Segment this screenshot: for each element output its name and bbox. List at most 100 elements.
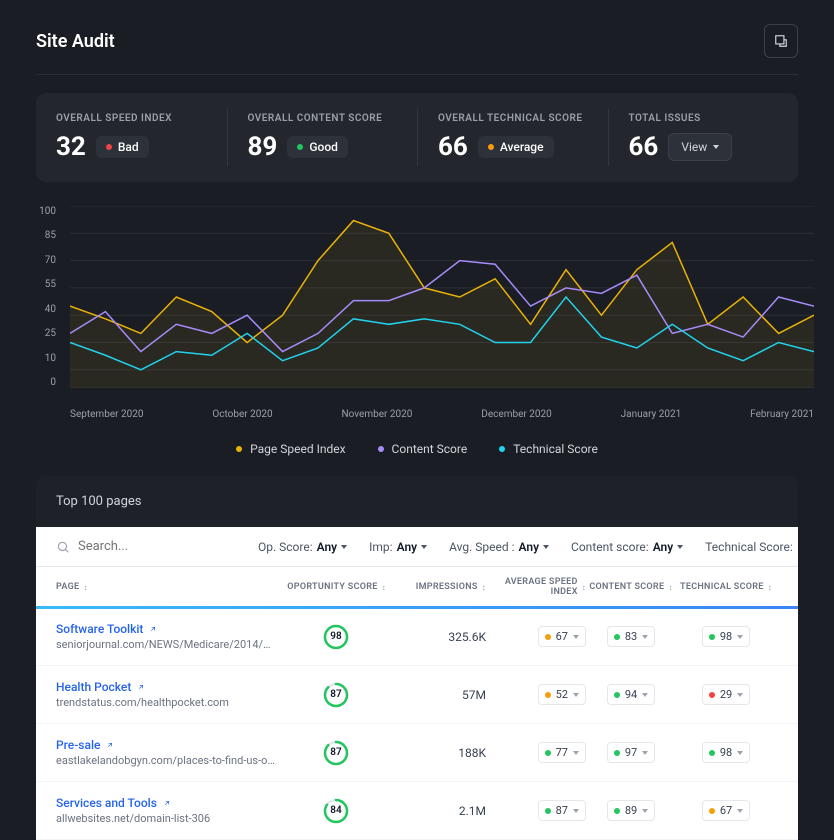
x-tick: November 2020 [342,409,413,420]
page-link[interactable]: Pre-sale [56,738,286,752]
chart-area: 1008570554025100 September 2020October 2… [36,206,814,406]
filter-dropdown[interactable]: Imp: Any [369,540,427,554]
table-section: Top 100 pages Op. Score: Any Imp: Any Av… [36,476,798,840]
y-tick: 0 [36,377,62,388]
metric-value: 66 [629,132,659,162]
chevron-down-icon [677,545,683,549]
page-link[interactable]: Services and Tools [56,796,286,810]
column-header[interactable]: AVERAGE SPEED INDEX↕ [486,577,586,597]
chevron-down-icon [713,145,719,149]
metric-value: 89 [248,132,278,162]
sort-icon: ↕ [768,583,772,592]
score-pill[interactable]: 98 [702,742,750,763]
legend-item: Technical Score [499,442,598,456]
chevron-down-icon [573,635,579,639]
column-header[interactable]: IMPRESSIONS↕ [386,582,486,592]
metric-label: OVERALL SPEED INDEX [56,113,207,124]
view-link[interactable]: V [776,746,798,759]
opportunity-ring: 87 [323,740,349,766]
filter-dropdown[interactable]: Avg. Speed : Any [449,540,549,554]
score-pill[interactable]: 52 [538,684,586,705]
external-link-icon [106,741,114,749]
chevron-down-icon [421,545,427,549]
score-pill[interactable]: 67 [538,626,586,647]
chevron-down-icon [642,693,648,697]
sort-icon: ↕ [83,583,87,592]
chevron-down-icon [573,809,579,813]
chevron-down-icon [642,751,648,755]
chart-legend: Page Speed Index Content Score Technical S… [0,442,834,456]
score-pill[interactable]: 98 [702,626,750,647]
x-tick: February 2021 [750,409,814,420]
score-pill[interactable]: 94 [607,684,655,705]
page-link[interactable]: Health Pocket [56,680,286,694]
page-url: allwebsites.net/domain-list-306 [56,812,276,825]
metric-label: TOTAL ISSUES [629,113,779,124]
chevron-down-icon [737,635,743,639]
view-link[interactable]: V [776,630,798,643]
metric-label: OVERALL TECHNICAL SCORE [438,113,588,124]
chevron-down-icon [737,809,743,813]
status-badge: Average [478,136,554,158]
chevron-down-icon [642,809,648,813]
score-pill[interactable]: 83 [607,626,655,647]
y-tick: 100 [36,206,62,217]
chevron-down-icon [573,693,579,697]
column-header[interactable]: OPORTUNITY SCORE↕ [286,582,386,592]
x-tick: January 2021 [621,409,682,420]
chevron-down-icon [341,545,347,549]
export-icon [774,34,788,48]
column-header[interactable]: PAGE↕ [56,582,286,592]
legend-dot [499,446,505,452]
page-link[interactable]: Software Toolkit [56,622,286,636]
filter-dropdown[interactable]: Content score: Any [571,540,683,554]
external-link-icon [163,799,171,807]
search-input[interactable] [78,539,238,554]
table-title: Top 100 pages [36,476,798,527]
legend-item: Page Speed Index [236,442,345,456]
status-badge: Good [287,136,348,158]
export-button[interactable] [764,24,798,58]
impressions-value: 2.1M [386,804,486,818]
y-tick: 55 [36,279,62,290]
y-tick: 25 [36,328,62,339]
y-tick: 70 [36,255,62,266]
view-link[interactable]: V [776,804,798,817]
legend-dot [236,446,242,452]
table-row: Pre-sale eastlakelandobgyn.com/places-to… [36,724,798,782]
view-link[interactable]: V [776,688,798,701]
score-pill[interactable]: 67 [702,800,750,821]
score-pill[interactable]: 29 [702,684,750,705]
status-badge: Bad [96,136,149,158]
legend-item: Content Score [378,442,468,456]
metric-card: OVERALL CONTENT SCORE89Good [227,109,418,166]
column-header[interactable]: CONTENT SCORE↕ [586,582,676,592]
metric-card: TOTAL ISSUES 66 View [608,109,799,166]
metric-value: 66 [438,132,468,162]
metric-card: OVERALL TECHNICAL SCORE 66 Average [417,109,608,166]
chevron-down-icon [737,693,743,697]
impressions-value: 57M [386,688,486,702]
filter-dropdown[interactable]: Op. Score: Any [258,540,347,554]
impressions-value: 325.6K [386,630,486,644]
page-url: eastlakelandobgyn.com/places-to-find-us-… [56,754,276,767]
filter-dropdown[interactable]: Technical Score: [705,540,798,554]
column-header[interactable]: TECHNICAL SCORE↕ [676,582,776,592]
y-tick: 85 [36,230,62,241]
impressions-value: 188K [386,746,486,760]
opportunity-ring: 87 [323,682,349,708]
chevron-down-icon [543,545,549,549]
metric-value: 32 [56,132,86,162]
table-row: Software Toolkit seniorjournal.com/NEWS/… [36,608,798,666]
metric-card: OVERALL SPEED INDEX 32 Bad [36,109,227,166]
score-pill[interactable]: 89 [607,800,655,821]
score-pill[interactable]: 97 [607,742,655,763]
y-tick: 40 [36,304,62,315]
score-pill[interactable]: 77 [538,742,586,763]
score-pill[interactable]: 87 [538,800,586,821]
filter-bar: Op. Score: Any Imp: Any Avg. Speed : Any… [36,527,798,567]
view-button[interactable]: View [668,133,732,161]
y-tick: 10 [36,353,62,364]
chevron-down-icon [642,635,648,639]
x-tick: October 2020 [212,409,272,420]
